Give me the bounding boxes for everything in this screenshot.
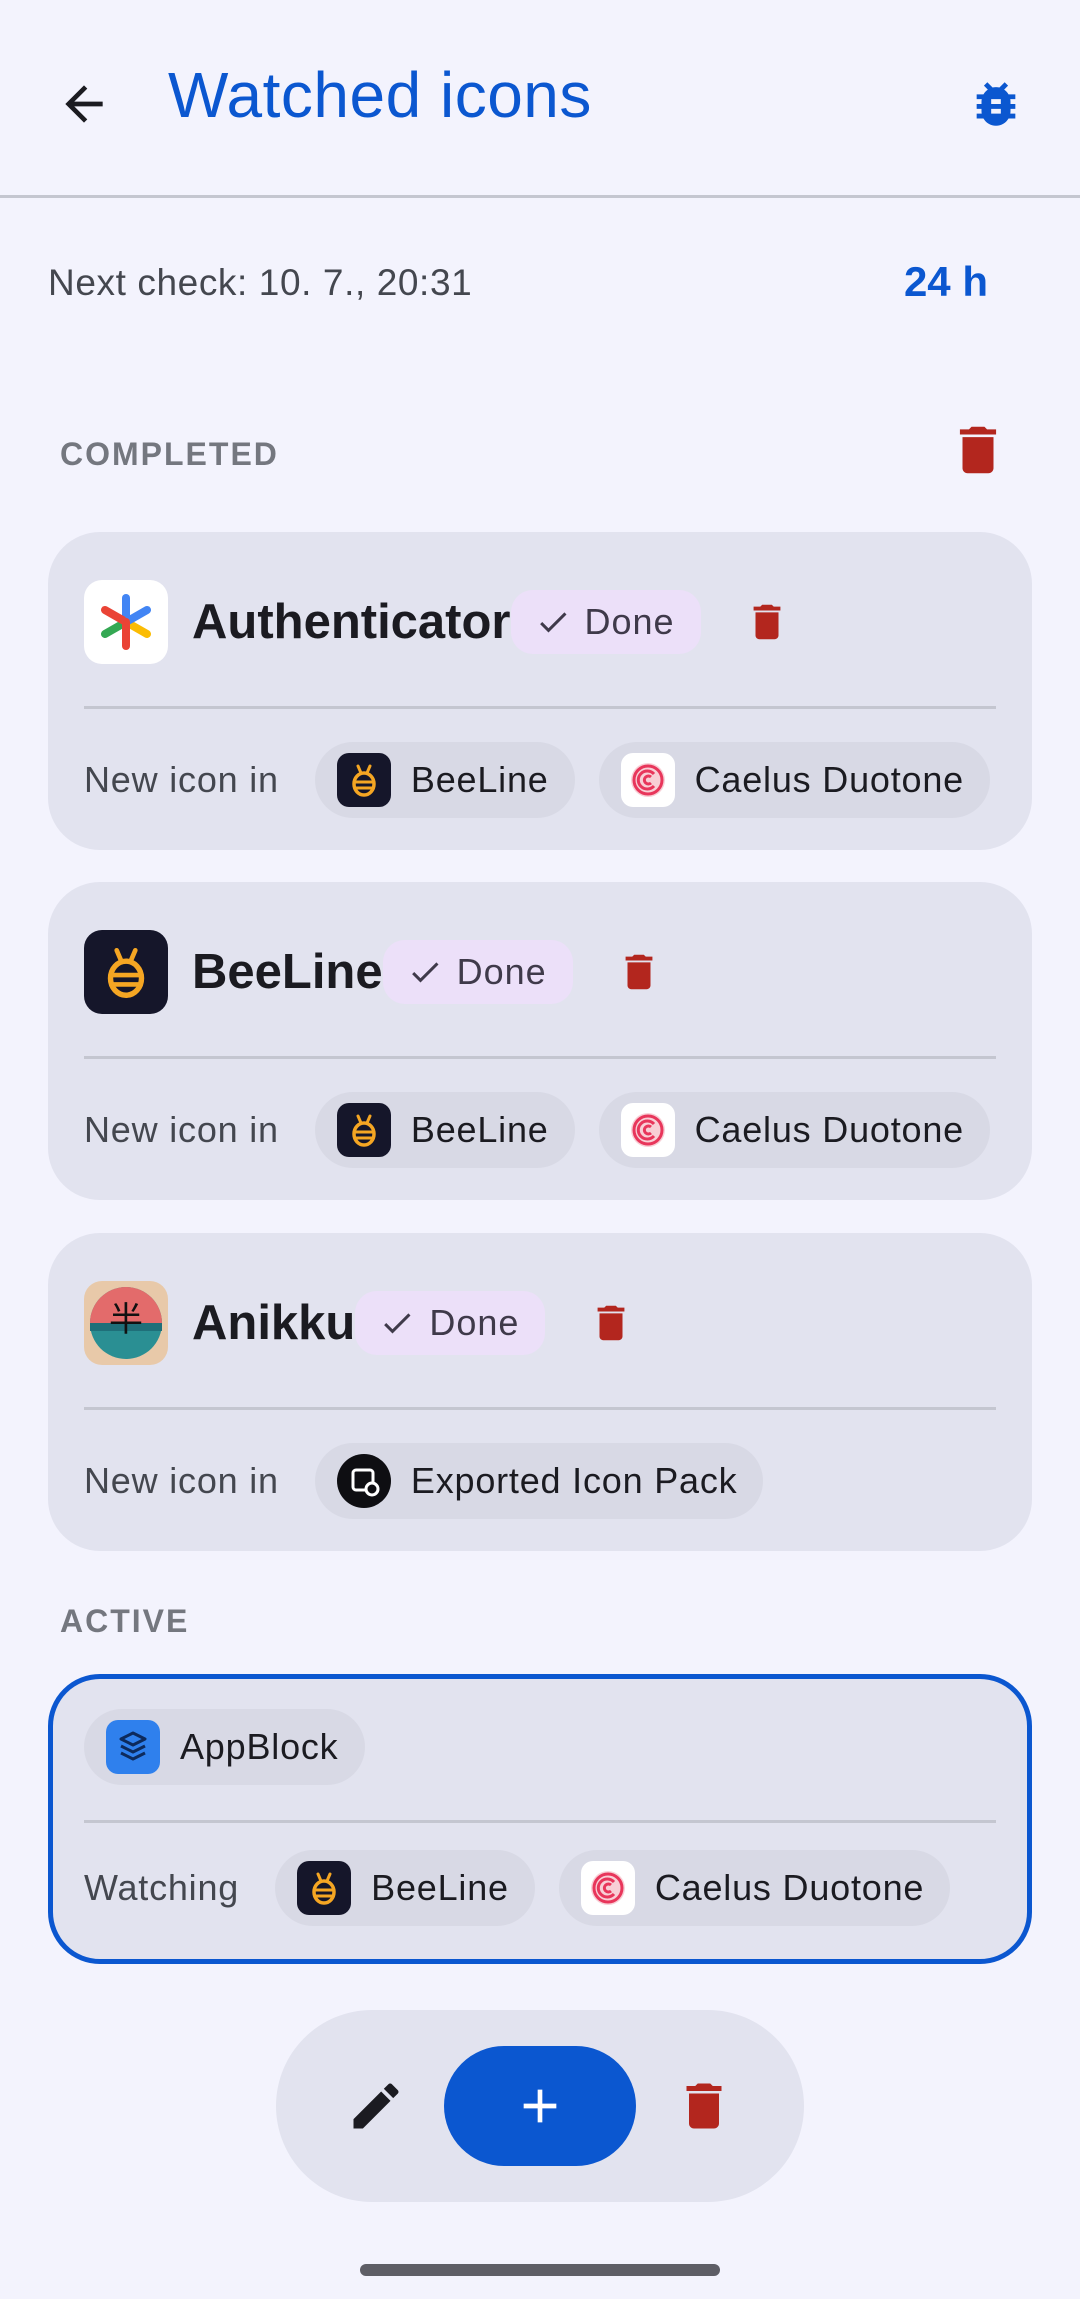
- app-name: Authenticator: [192, 595, 511, 649]
- appblock-icon: [106, 1720, 160, 1774]
- pack-chip-exported-icon-pack[interactable]: Exported Icon Pack: [314, 1443, 764, 1519]
- divider: [84, 706, 996, 709]
- page-title: Watched icons: [168, 59, 592, 131]
- clear-completed-button[interactable]: [940, 412, 1016, 488]
- add-button[interactable]: [444, 2046, 636, 2166]
- app-name: Anikku: [192, 1296, 356, 1350]
- pack-name: BeeLine: [410, 759, 549, 800]
- beeline-icon: [297, 1861, 352, 1915]
- active-section-label: ACTIVE: [60, 1603, 190, 1639]
- anikku-icon: 半: [84, 1281, 168, 1365]
- exported-icon-pack-icon: [336, 1454, 391, 1508]
- back-button[interactable]: [44, 64, 124, 144]
- beeline-icon: [336, 1103, 391, 1157]
- debug-button[interactable]: [956, 64, 1036, 144]
- svg-text:半: 半: [109, 1300, 143, 1340]
- arrow-back-icon: [65, 85, 103, 123]
- pack-chip-caelus-duotone[interactable]: Caelus Duotone: [558, 1850, 951, 1926]
- edit-button[interactable]: [336, 2066, 416, 2146]
- delete-entry-button[interactable]: [731, 586, 803, 658]
- gesture-navigation-bar[interactable]: [360, 2264, 720, 2276]
- pack-chip-beeline[interactable]: BeeLine: [314, 742, 575, 818]
- pencil-icon: [353, 2083, 399, 2129]
- caelus-duotone-icon: [620, 1103, 675, 1157]
- done-status-chip: Done: [355, 1291, 546, 1355]
- check-icon: [384, 1313, 411, 1334]
- done-label: Done: [456, 951, 547, 992]
- trash-icon: [686, 2083, 722, 2129]
- pack-chip-caelus-duotone[interactable]: Caelus Duotone: [598, 742, 990, 818]
- active-watch-card[interactable]: AppBlock Watching BeeLine Caelus Duotone: [48, 1674, 1032, 1964]
- top-app-bar: Watched icons: [0, 0, 1080, 198]
- delete-button[interactable]: [664, 2066, 744, 2146]
- pack-name: BeeLine: [371, 1867, 509, 1908]
- trash-icon: [959, 426, 997, 474]
- pack-name: Exported Icon Pack: [410, 1460, 738, 1501]
- done-status-chip: Done: [382, 940, 573, 1004]
- check-icon: [539, 612, 566, 633]
- app-name: AppBlock: [180, 1726, 339, 1767]
- completed-card[interactable]: 半 Anikku Done New icon in Exported Icon …: [48, 1233, 1032, 1551]
- divider: [84, 1407, 996, 1410]
- delete-entry-button[interactable]: [603, 936, 675, 1008]
- completed-section-label: COMPLETED: [60, 436, 279, 472]
- plus-icon: [523, 2089, 557, 2123]
- bug-icon: [976, 82, 1016, 126]
- app-chip-appblock[interactable]: AppBlock: [84, 1709, 365, 1785]
- done-label: Done: [429, 1302, 520, 1343]
- pack-name: Caelus Duotone: [654, 1867, 925, 1908]
- caelus-duotone-icon: [620, 753, 675, 807]
- delete-entry-button[interactable]: [575, 1287, 647, 1359]
- trash-icon: [625, 954, 653, 990]
- check-icon: [411, 962, 439, 983]
- beeline-icon: [84, 930, 168, 1014]
- divider: [84, 1820, 996, 1823]
- check-interval-button[interactable]: 24 h: [904, 258, 988, 306]
- done-label: Done: [584, 601, 675, 642]
- pack-chip-beeline[interactable]: BeeLine: [275, 1850, 535, 1926]
- pack-chip-beeline[interactable]: BeeLine: [314, 1092, 575, 1168]
- app-name: BeeLine: [192, 945, 383, 999]
- divider: [84, 1056, 996, 1059]
- new-icon-label: New icon in: [84, 759, 279, 800]
- trash-icon: [598, 1305, 625, 1341]
- pack-name: Caelus Duotone: [694, 1109, 964, 1150]
- done-status-chip: Done: [510, 590, 701, 654]
- pack-name: Caelus Duotone: [694, 759, 964, 800]
- next-check-text: Next check: 10. 7., 20:31: [48, 262, 473, 303]
- google-authenticator-icon: [84, 580, 168, 664]
- trash-icon: [753, 604, 780, 640]
- caelus-duotone-icon: [580, 1861, 635, 1915]
- new-icon-label: New icon in: [84, 1109, 279, 1150]
- completed-card[interactable]: Authenticator Done New icon in BeeLine C…: [48, 532, 1032, 850]
- pack-name: BeeLine: [410, 1109, 549, 1150]
- beeline-icon: [336, 753, 391, 807]
- bottom-toolbar: [276, 2010, 804, 2202]
- pack-chip-caelus-duotone[interactable]: Caelus Duotone: [598, 1092, 990, 1168]
- watching-label: Watching: [84, 1867, 240, 1908]
- completed-card[interactable]: BeeLine Done New icon in BeeLine Caelus …: [48, 882, 1032, 1200]
- new-icon-label: New icon in: [84, 1460, 279, 1501]
